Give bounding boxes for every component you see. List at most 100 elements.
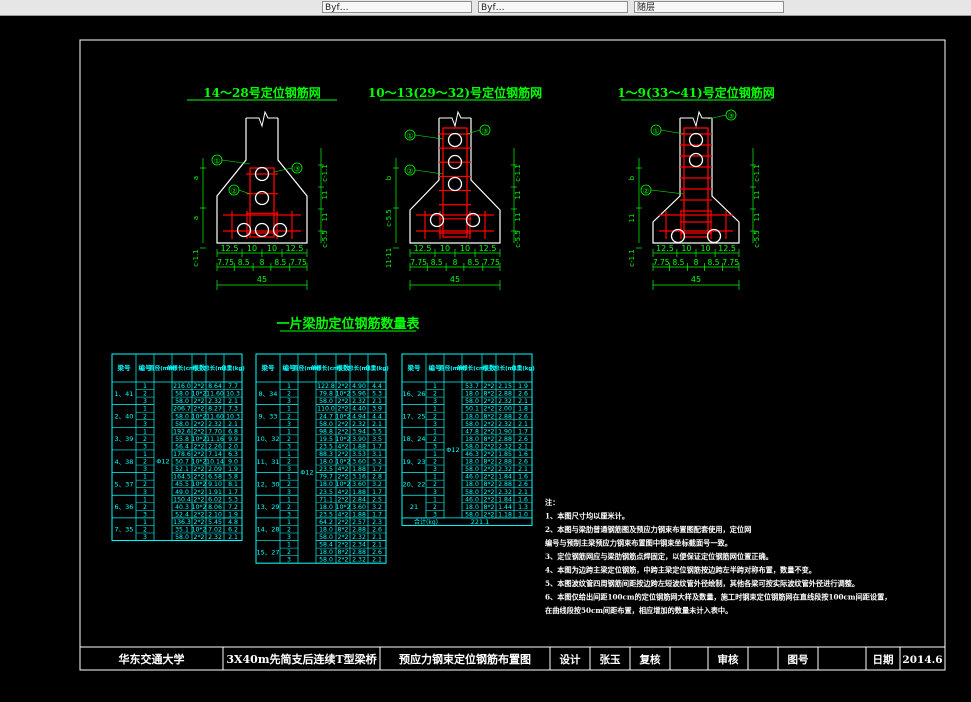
table-cell: 3.90 — [352, 436, 366, 443]
table-cell: 58.0 — [175, 391, 189, 398]
table-cell: 64.2 — [319, 519, 333, 526]
table-cell: 10*2 — [336, 413, 351, 420]
table-cell: 1 — [433, 474, 437, 481]
table-cell: 2.0 — [228, 443, 238, 450]
table-cell: 10*2 — [336, 436, 351, 443]
table-cell: 4.4 — [372, 383, 382, 390]
table-cell: 2.1 — [228, 398, 238, 405]
table-cell: 4*2 — [338, 489, 349, 496]
table-beam-cell: 14、28 — [256, 526, 279, 534]
table-cell: 2.09 — [208, 466, 222, 473]
table-cell: 2.32 — [352, 421, 366, 428]
table-header-cell: 总重(kg) — [511, 364, 535, 372]
table-cell: 4.90 — [352, 383, 366, 390]
table-cell: 6.58 — [208, 474, 222, 481]
table-cell: 1 — [143, 496, 147, 503]
callout-leader — [650, 189, 685, 195]
table-cell: 1.7 — [372, 489, 382, 496]
table-cell: 2 — [287, 459, 291, 466]
table-cell: 1 — [143, 406, 147, 413]
table-cell: 2*2 — [194, 534, 205, 541]
break-line — [246, 110, 278, 128]
table-cell: 10.3 — [226, 413, 240, 420]
table-cell: 8*2 — [484, 413, 495, 420]
note-line: 5、本图波纹管四周钢筋间距按边跨左短波纹管外径绘制，其他各梁可按实际波纹管外径进… — [545, 579, 859, 588]
table-cell: 2*2 — [194, 406, 205, 413]
table-cell: 7.70 — [208, 428, 222, 435]
dim-label-vertical: c-5.5 — [514, 230, 522, 248]
table-cell: 2 — [143, 459, 147, 466]
duct-circle — [447, 176, 463, 192]
table-cell: 2 — [433, 391, 437, 398]
table-cell: 19.5 — [319, 436, 333, 443]
dim-label-vertical: 11 — [321, 213, 329, 222]
table-cell: 2.32 — [352, 557, 366, 564]
dim-label-total: 45 — [257, 275, 267, 284]
table-cell: 1 — [433, 406, 437, 413]
table-cell: 2.88 — [498, 413, 512, 420]
table-beam-cell: 9、33 — [259, 412, 278, 420]
table-cell: 2*2 — [484, 421, 495, 428]
rebar-cage-web — [249, 167, 275, 238]
table-cell: 18.0 — [465, 459, 479, 466]
section-title: 14～28号定位钢筋网 — [203, 85, 320, 100]
dim-label-vertical: c-1.1 — [628, 249, 636, 267]
table-cell: 11.60 — [206, 391, 224, 398]
table-cell: 2 — [287, 436, 291, 443]
table-beam-cell: 8、34 — [259, 390, 278, 398]
table-cell: 2 — [287, 391, 291, 398]
table-cell: 2.88 — [352, 549, 366, 556]
table-cell: 2.88 — [498, 436, 512, 443]
callout-number: ③ — [293, 165, 300, 174]
table-cell: 1.3 — [518, 504, 528, 511]
table-cell: 2 — [143, 481, 147, 488]
table-cell: 3 — [287, 421, 291, 428]
dim-label-sub: 8.5 — [708, 258, 720, 267]
table-cell: 55.8 — [175, 436, 189, 443]
table-cell: 2*2 — [484, 383, 495, 390]
table-cell: 3.53 — [352, 451, 366, 458]
callout-number: ① — [406, 132, 413, 141]
table-cell: 1.88 — [352, 443, 366, 450]
table-cell: 2 — [433, 459, 437, 466]
section-1: 14～28号定位钢筋网 ① ② ③ a a c-1.1 c-1.1 11 11 c-5.5 12.5 1… — [187, 85, 337, 290]
table-cell: 1.9 — [518, 383, 528, 390]
dim-label-bottom: 12.5 — [286, 244, 304, 253]
table-beam-cell: 6、36 — [115, 503, 134, 511]
table-cell: 2*2 — [194, 519, 205, 526]
table-cell: 10*2 — [336, 481, 351, 488]
table-cell: 2.26 — [208, 443, 222, 450]
table-cell: 2*2 — [484, 496, 495, 503]
table-cell: 2*2 — [194, 496, 205, 503]
table-cell: 2*2 — [484, 451, 495, 458]
table-cell: 10*2 — [192, 527, 207, 534]
dim-label-vertical: c-1.1 — [514, 164, 522, 182]
table-cell: 2.88 — [498, 459, 512, 466]
table-cell: 2.1 — [228, 534, 238, 541]
table-cell: 2 — [143, 504, 147, 511]
table-cell: 47.8 — [465, 428, 479, 435]
table-cell: 1 — [287, 542, 291, 549]
table-cell: 2.32 — [498, 421, 512, 428]
table-beam-cell: 3、39 — [115, 435, 134, 443]
table-cell: 8.64 — [208, 383, 222, 390]
table-cell: 58.0 — [465, 398, 479, 405]
table-cell: 164.5 — [173, 474, 191, 481]
table-diameter-cell: Φ12 — [446, 446, 459, 454]
callout-number: ② — [642, 187, 649, 196]
table-cell: 58.0 — [465, 443, 479, 450]
table-cell: 3 — [143, 421, 147, 428]
table-beam-cell: 19、23 — [402, 458, 425, 466]
note-line: 编号与预制主梁预应力钢束布置图中钢束坐标截面号一致。 — [545, 539, 732, 548]
table-cell: 3 — [287, 443, 291, 450]
table-cell: 2.6 — [372, 549, 382, 556]
table-cell: 1 — [433, 383, 437, 390]
dim-label-vertical: c-5.5 — [753, 230, 761, 248]
rebar-cage-web — [683, 127, 709, 238]
table-cell: 2*2 — [338, 406, 349, 413]
table-cell: 5.3 — [372, 391, 382, 398]
callout-number: ③ — [481, 127, 488, 136]
table-cell: 4.4 — [372, 413, 382, 420]
dim-label-bottom: 10 — [267, 244, 277, 253]
break-line — [680, 110, 712, 128]
